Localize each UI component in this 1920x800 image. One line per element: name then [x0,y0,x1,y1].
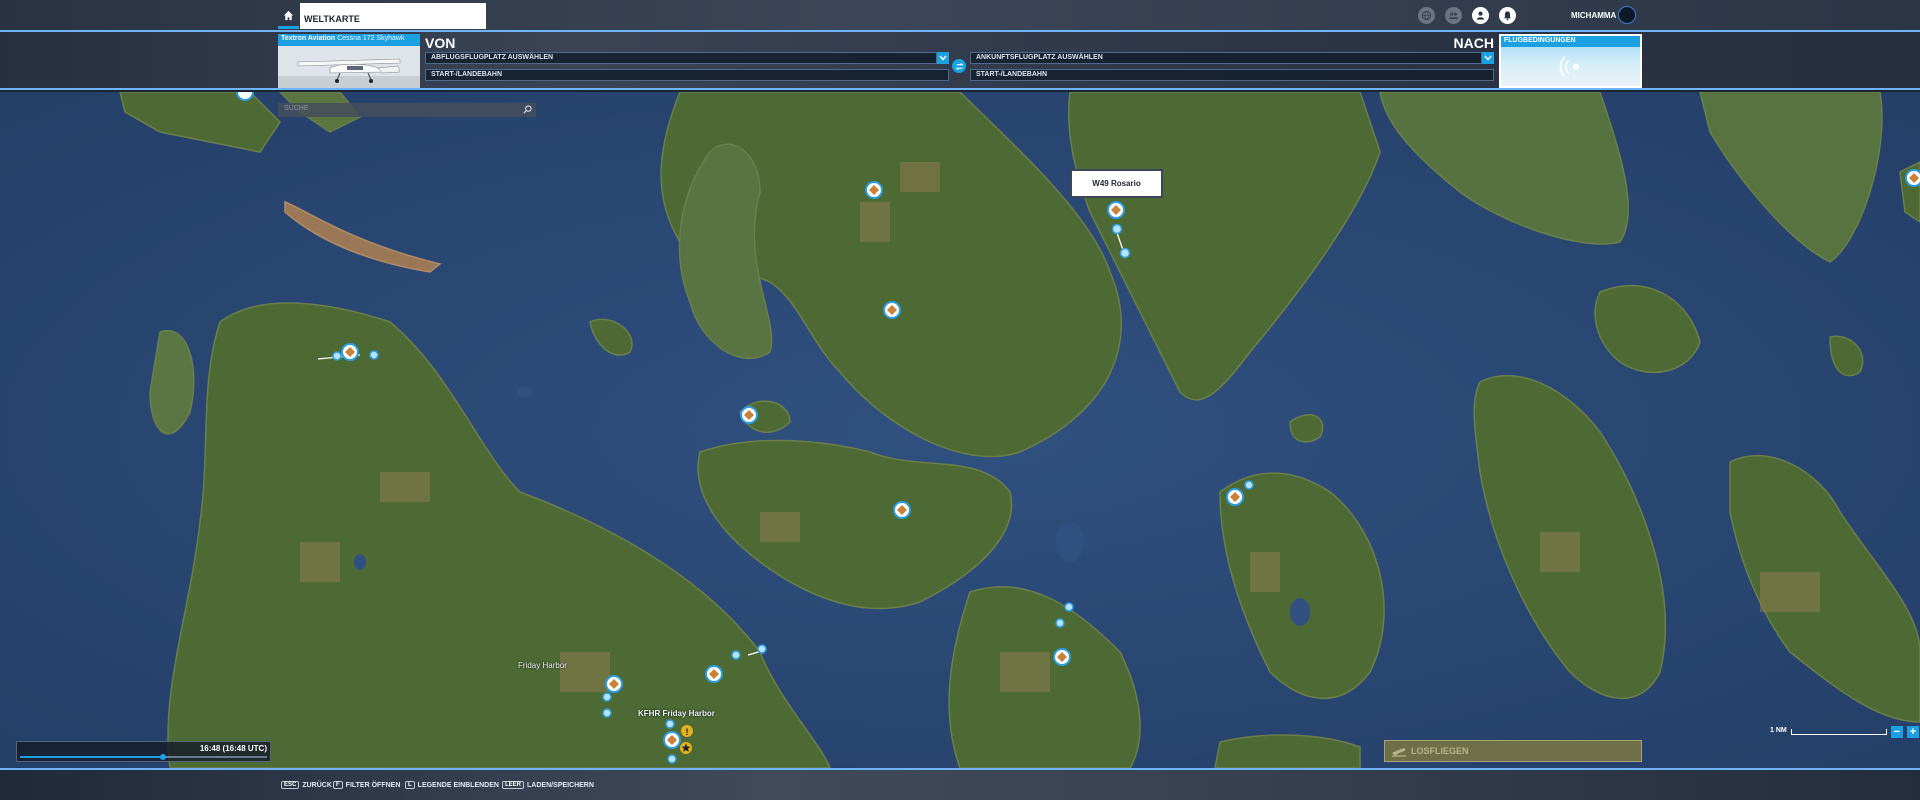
aircraft-name: Textron Aviation Cessna 172 Skyhawk [278,34,420,46]
runway-endpoint[interactable] [369,350,379,360]
hint-label: LEGENDE EINBLENDEN [417,781,499,789]
hint-load-save[interactable]: LEER LADEN/SPEICHERN [502,781,594,789]
airport-marker[interactable] [740,406,758,424]
airport-marker[interactable] [663,731,681,749]
flight-conditions-label: FLUGBEDINGUNGEN [1501,36,1640,47]
runway-endpoint[interactable] [602,692,612,702]
search-input[interactable]: SUCHE [278,103,536,117]
airport-marker[interactable] [236,92,254,101]
hint-key: L [405,781,415,789]
favorite-star-icon[interactable] [680,742,692,754]
airport-marker[interactable] [1053,648,1071,666]
world-map[interactable]: ! W49 Rosario Friday Harbor KFHR Friday … [0,92,1920,768]
runway-endpoint[interactable] [1119,247,1131,259]
hint-back[interactable]: ESC ZURÜCK [281,781,332,789]
zoom-out-button[interactable]: − [1891,726,1903,738]
fly-now-label: LOSFLIEGEN [1411,746,1469,756]
airport-marker[interactable] [1226,488,1244,506]
bottom-hint-bar: ESC ZURÜCK F FILTER ÖFFNEN L LEGENDE EIN… [0,768,1920,800]
airport-marker[interactable] [1905,169,1920,187]
hint-filter[interactable]: F FILTER ÖFFNEN [333,781,400,789]
hint-label: ZURÜCK [302,781,332,789]
home-button[interactable] [278,5,299,29]
map-scale-label: 1 NM [1770,727,1787,734]
time-display: 16:48 (16:48 UTC) [199,744,267,753]
departure-runway-field[interactable]: START-/LANDEBAHN [425,69,949,81]
runway-endpoint[interactable] [757,644,767,654]
warning-icon[interactable]: ! [681,725,693,737]
time-track[interactable] [20,754,267,760]
arrival-dropdown-button[interactable] [1482,52,1494,64]
runway-endpoint[interactable] [332,351,342,361]
top-bar: WELTKARTE MICHAMMA [0,0,1920,32]
runway-endpoint[interactable] [1111,223,1123,235]
search-icon[interactable] [523,105,532,114]
home-icon [283,10,294,21]
user-avatar[interactable] [1618,6,1636,24]
notification-icon[interactable] [1499,7,1516,24]
airport-marker[interactable] [605,675,623,693]
chevron-down-icon [1484,55,1492,61]
runway-endpoint[interactable] [665,719,675,729]
globe-icon[interactable] [1418,7,1435,24]
airport-markers: ! [236,92,1920,764]
from-label: VON [425,35,456,51]
hint-key: LEER [502,781,525,789]
arrival-runway-field[interactable]: START-/LANDEBAHN [970,69,1494,81]
aircraft-image [278,46,420,88]
time-of-day-slider[interactable]: 16:48 (16:48 UTC) [16,741,271,762]
plane-takeoff-icon [1391,748,1406,757]
airport-marker[interactable] [893,501,911,519]
city-label: Friday Harbor [518,661,567,670]
zoom-in-button[interactable]: + [1907,726,1919,738]
airport-marker[interactable] [705,665,723,683]
weather-signal-icon [1559,56,1579,78]
departure-dropdown-button[interactable] [937,52,949,64]
hint-legend[interactable]: L LEGENDE EINBLENDEN [405,781,499,789]
departure-airport-select[interactable]: ABFLUGSFLUGPLATZ AUSWÄHLEN [425,52,937,64]
hint-key: F [333,781,343,789]
aircraft-maker: Textron Aviation [281,35,336,42]
airport-marker[interactable] [883,301,901,319]
swap-icon [954,62,964,70]
chevron-down-icon [939,55,947,61]
runway-endpoint[interactable] [602,708,612,718]
runway-endpoint[interactable] [1244,480,1254,490]
hint-key: ESC [281,781,300,789]
svg-text:!: ! [686,727,689,737]
profile-icon[interactable] [1472,7,1489,24]
time-progress [20,756,164,758]
airport-marker[interactable] [865,181,883,199]
fly-now-button[interactable]: LOSFLIEGEN [1384,740,1642,762]
runway-endpoint[interactable] [1055,618,1065,628]
runway-endpoint[interactable] [731,650,741,660]
map-scale-bar [1791,729,1887,735]
time-slider-handle[interactable] [160,754,167,760]
runway-endpoint[interactable] [1064,602,1074,612]
flight-conditions-button[interactable]: FLUGBEDINGUNGEN [1499,34,1642,88]
aircraft-selector[interactable]: Textron Aviation Cessna 172 Skyhawk [278,34,420,88]
aircraft-model: Cessna 172 Skyhawk [337,35,405,42]
username[interactable]: MICHAMMA [1571,11,1616,20]
flight-planner-bar: Textron Aviation Cessna 172 Skyhawk VON … [0,32,1920,90]
hint-label: LADEN/SPEICHERN [527,781,594,789]
community-icon[interactable] [1445,7,1462,24]
airport-label: KFHR Friday Harbor [638,709,715,718]
to-label: NACH [1453,35,1494,51]
airport-marker[interactable] [341,343,359,361]
runway-endpoint[interactable] [667,754,677,764]
airport-tooltip[interactable]: W49 Rosario [1070,169,1163,198]
arrival-airport-select[interactable]: ANKUNFTSFLUGPLATZ AUSWÄHLEN [970,52,1482,64]
tab-world-map[interactable]: WELTKARTE [300,3,486,29]
swap-airports-button[interactable] [952,59,966,73]
hint-label: FILTER ÖFFNEN [345,781,401,789]
airport-marker[interactable] [1107,201,1125,219]
